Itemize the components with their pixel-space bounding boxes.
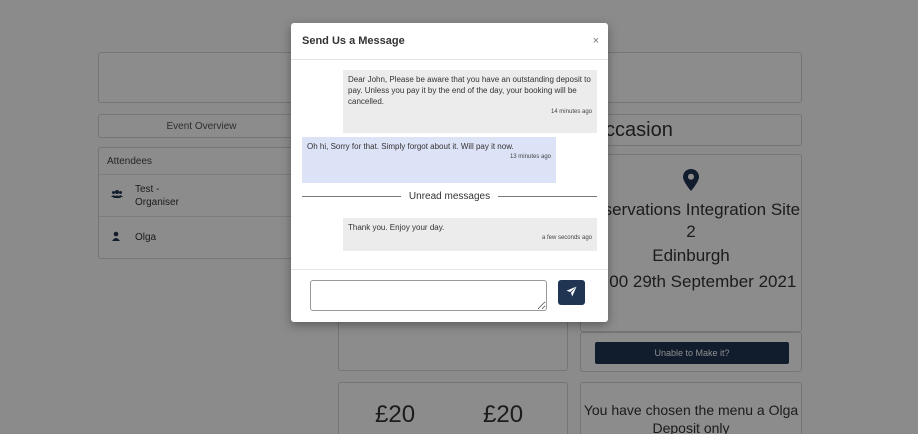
message-time: 14 minutes ago <box>550 109 592 115</box>
divider-line <box>498 195 597 197</box>
message-thread[interactable]: Dear John, Please be aware that you have… <box>291 60 608 269</box>
message-time: 13 minutes ago <box>509 154 551 160</box>
modal-footer <box>291 269 608 322</box>
message-text: Dear John, Please be aware that you have… <box>348 75 591 106</box>
modal-header: Send Us a Message × <box>291 23 608 60</box>
message-text: Oh hi, Sorry for that. Simply forgot abo… <box>307 142 514 151</box>
modal-title: Send Us a Message <box>302 35 405 47</box>
send-message-modal: Send Us a Message × Dear John, Please be… <box>291 23 608 322</box>
unread-label: Unread messages <box>408 190 491 202</box>
sent-message: Oh hi, Sorry for that. Simply forgot abo… <box>302 137 556 183</box>
received-message: Dear John, Please be aware that you have… <box>343 70 597 133</box>
send-button[interactable] <box>558 280 585 305</box>
message-time: a few seconds ago <box>541 235 592 241</box>
unread-divider: Unread messages <box>302 186 597 206</box>
close-icon[interactable]: × <box>593 35 599 47</box>
message-input[interactable] <box>310 280 547 311</box>
received-message: Thank you. Enjoy your day. a few seconds… <box>343 218 597 251</box>
divider-line <box>302 195 401 197</box>
paper-plane-icon <box>566 284 577 302</box>
message-text: Thank you. Enjoy your day. <box>348 223 445 232</box>
